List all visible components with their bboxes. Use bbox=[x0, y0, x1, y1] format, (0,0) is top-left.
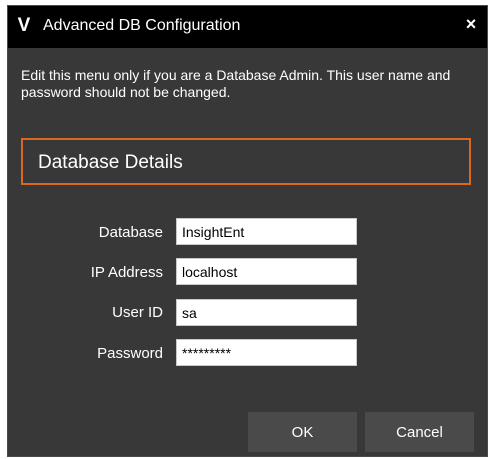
ok-button[interactable]: OK bbox=[248, 412, 357, 452]
window-title: Advanced DB Configuration bbox=[43, 17, 241, 34]
user-id-field[interactable] bbox=[176, 299, 357, 326]
close-icon[interactable]: × bbox=[463, 15, 479, 33]
ip-address-field[interactable] bbox=[176, 258, 357, 285]
cancel-button[interactable]: Cancel bbox=[365, 412, 474, 452]
password-label: Password bbox=[97, 345, 163, 362]
ip-address-label: IP Address bbox=[90, 264, 163, 281]
password-field[interactable] bbox=[176, 339, 357, 366]
title-bar: V Advanced DB Configuration × bbox=[8, 6, 487, 48]
database-details-section: Database Details bbox=[21, 138, 471, 185]
app-logo-icon: V bbox=[17, 15, 31, 36]
admin-warning-text: Edit this menu only if you are a Databas… bbox=[21, 67, 451, 100]
database-label: Database bbox=[98, 224, 163, 241]
user-id-label: User ID bbox=[112, 304, 163, 321]
database-field[interactable] bbox=[176, 218, 357, 245]
advanced-db-config-dialog: V Advanced DB Configuration × Edit this … bbox=[7, 5, 488, 457]
section-title: Database Details bbox=[38, 152, 183, 173]
